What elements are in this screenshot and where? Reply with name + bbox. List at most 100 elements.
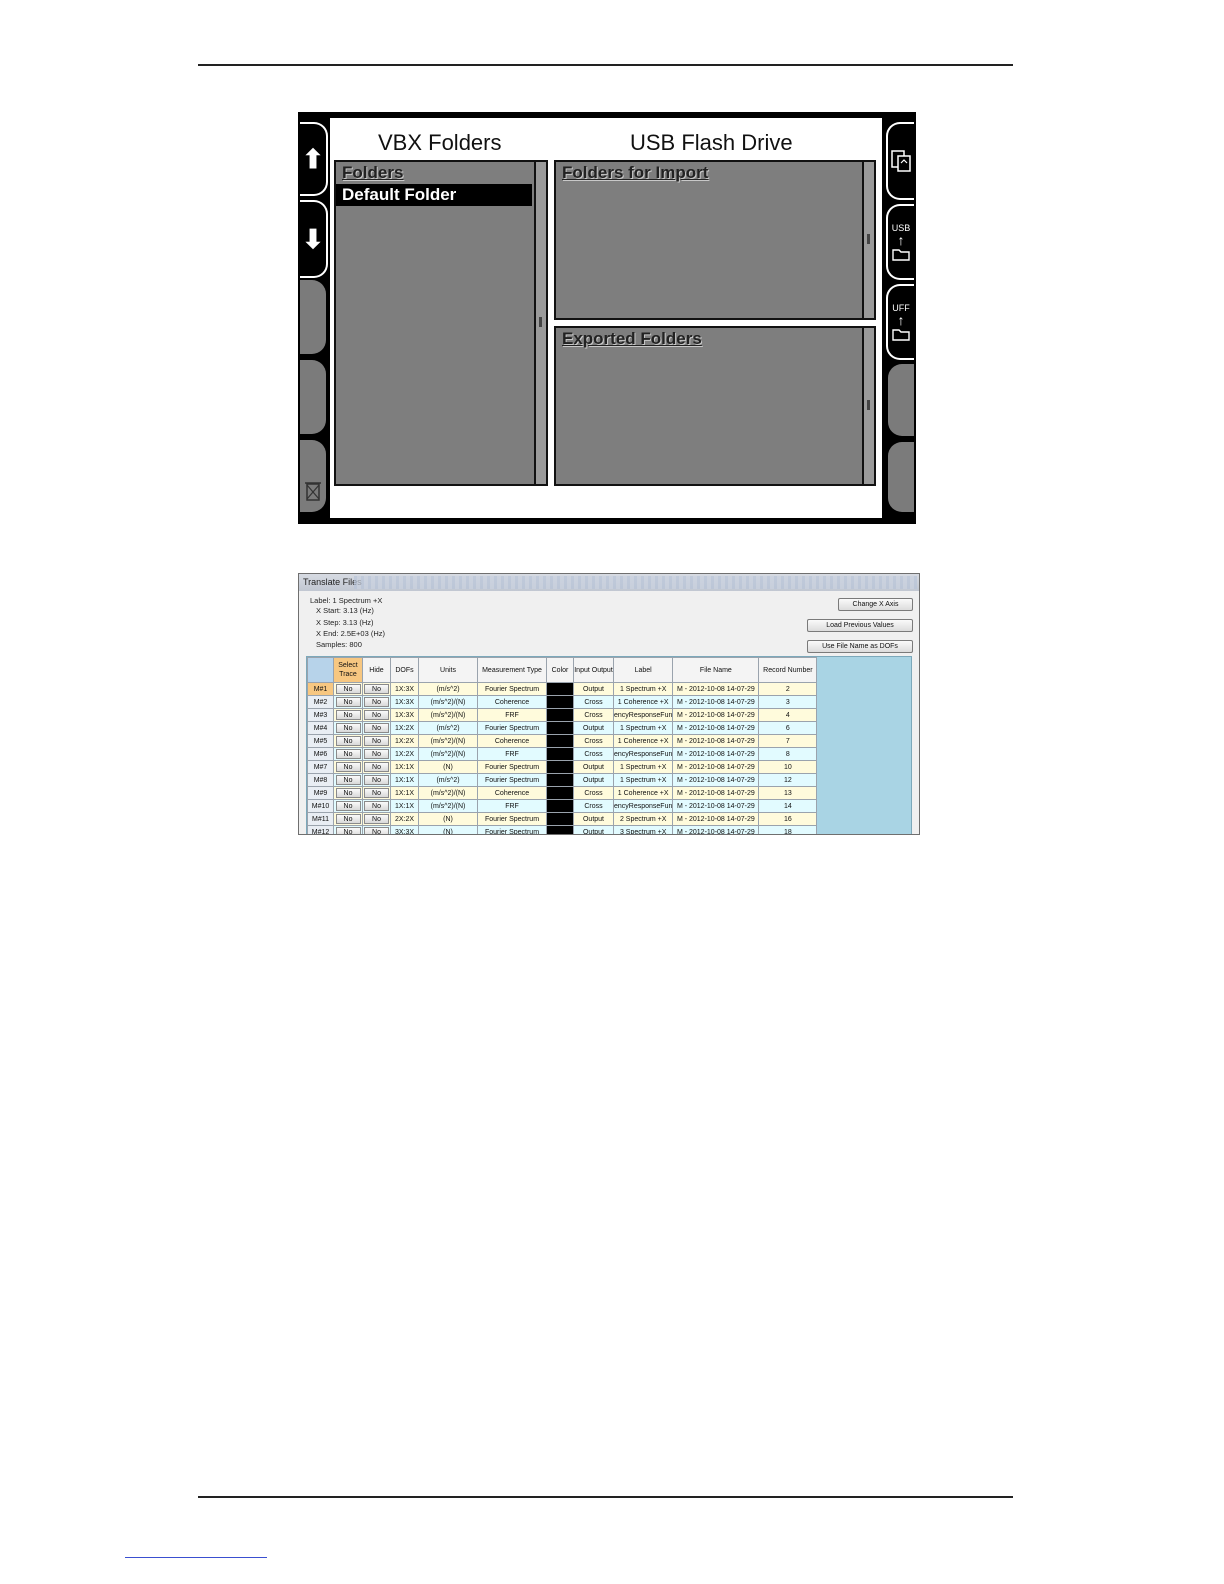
cell-dofs[interactable]: 1X:3X: [390, 708, 419, 722]
folder-item-default[interactable]: Default Folder: [336, 184, 532, 206]
softkey-left-3[interactable]: [300, 280, 326, 354]
select-trace-button[interactable]: No: [335, 774, 361, 785]
row-id[interactable]: M#7: [307, 760, 334, 774]
import-folders-list[interactable]: Folders for Import: [554, 160, 876, 320]
cell-measurement-type[interactable]: Coherence: [477, 786, 547, 800]
softkey-up[interactable]: ⬆: [300, 122, 328, 196]
cell-units[interactable]: (m/s^2)/(N): [418, 734, 478, 748]
cell-label[interactable]: encyResponseFun: [612, 708, 674, 722]
softkey-copy[interactable]: [886, 122, 914, 200]
cell-file-name[interactable]: M - 2012-10-08 14-07-29: [672, 721, 760, 735]
hide-button[interactable]: No: [364, 696, 389, 707]
cell-file-name[interactable]: M - 2012-10-08 14-07-29: [672, 734, 760, 748]
cell-units[interactable]: (N): [418, 812, 478, 826]
select-trace-button[interactable]: No: [335, 748, 361, 759]
cell-input-output[interactable]: Output: [573, 773, 614, 787]
table-row[interactable]: M#11 No No 2X:2X (N) Fourier Spectrum Output 2 …: [307, 812, 818, 826]
row-id[interactable]: M#11: [307, 812, 334, 826]
cell-color[interactable]: [546, 773, 574, 787]
cell-color[interactable]: [546, 825, 574, 834]
row-id[interactable]: M#1: [307, 682, 334, 696]
cell-color[interactable]: [546, 708, 574, 722]
cell-record-number[interactable]: 2: [758, 682, 818, 696]
cell-color[interactable]: [546, 734, 574, 748]
column-header-color[interactable]: Color: [546, 657, 574, 683]
load-previous-values-button[interactable]: Load Previous Values: [807, 619, 913, 632]
column-header-measurement-type[interactable]: Measurement Type: [477, 657, 547, 683]
cell-measurement-type[interactable]: Fourier Spectrum: [477, 773, 547, 787]
cell-record-number[interactable]: 14: [758, 799, 818, 813]
hide-button[interactable]: No: [364, 735, 389, 746]
table-row[interactable]: M#10 No No 1X:1X (m/s^2)/(N) FRF Cross encyResp…: [307, 799, 818, 813]
cell-file-name[interactable]: M - 2012-10-08 14-07-29: [672, 799, 760, 813]
column-header-hide[interactable]: Hide: [362, 657, 391, 683]
cell-file-name[interactable]: M - 2012-10-08 14-07-29: [672, 682, 760, 696]
table-row[interactable]: M#9 No No 1X:1X (m/s^2)/(N) Coherence Cross 1 C…: [307, 786, 818, 800]
cell-record-number[interactable]: 13: [758, 786, 818, 800]
cell-measurement-type[interactable]: Coherence: [477, 695, 547, 709]
change-x-axis-button[interactable]: Change X Axis: [838, 598, 913, 611]
cell-file-name[interactable]: M - 2012-10-08 14-07-29: [672, 812, 760, 826]
cell-input-output[interactable]: Cross: [573, 747, 614, 761]
cell-color[interactable]: [546, 786, 574, 800]
use-file-name-button[interactable]: Use File Name as DOFs: [807, 640, 913, 653]
cell-label[interactable]: encyResponseFun: [612, 799, 674, 813]
cell-units[interactable]: (m/s^2)/(N): [418, 786, 478, 800]
cell-file-name[interactable]: M - 2012-10-08 14-07-29: [672, 708, 760, 722]
hide-button[interactable]: No: [364, 813, 389, 824]
folders-scrollbar[interactable]: [534, 162, 546, 484]
select-trace-button[interactable]: No: [335, 709, 361, 720]
row-id[interactable]: M#8: [307, 773, 334, 787]
select-trace-button[interactable]: No: [335, 800, 361, 811]
cell-label[interactable]: 2 Spectrum +X: [612, 812, 674, 826]
hide-button[interactable]: No: [364, 761, 389, 772]
cell-record-number[interactable]: 6: [758, 721, 818, 735]
cell-measurement-type[interactable]: Fourier Spectrum: [477, 812, 547, 826]
row-id[interactable]: M#12: [307, 825, 334, 834]
exported-folders-list[interactable]: Exported Folders: [554, 326, 876, 486]
softkey-right-5[interactable]: [888, 442, 914, 512]
select-trace-button[interactable]: No: [335, 722, 361, 733]
row-id[interactable]: M#5: [307, 734, 334, 748]
row-id[interactable]: M#6: [307, 747, 334, 761]
cell-measurement-type[interactable]: FRF: [477, 747, 547, 761]
cell-color[interactable]: [546, 682, 574, 696]
cell-record-number[interactable]: 7: [758, 734, 818, 748]
cell-label[interactable]: 1 Coherence +X: [612, 695, 674, 709]
table-row[interactable]: M#3 No No 1X:3X (m/s^2)/(N) FRF Cross encyRespo…: [307, 708, 818, 722]
table-row[interactable]: M#2 No No 1X:3X (m/s^2)/(N) Coherence Cross 1 C…: [307, 695, 818, 709]
cell-units[interactable]: (m/s^2)/(N): [418, 708, 478, 722]
cell-record-number[interactable]: 10: [758, 760, 818, 774]
cell-input-output[interactable]: Output: [573, 812, 614, 826]
cell-dofs[interactable]: 1X:2X: [390, 734, 419, 748]
select-trace-button[interactable]: No: [335, 735, 361, 746]
hide-button[interactable]: No: [364, 683, 389, 694]
cell-label[interactable]: 1 Spectrum +X: [612, 682, 674, 696]
select-trace-button[interactable]: No: [335, 787, 361, 798]
cell-dofs[interactable]: 1X:1X: [390, 786, 419, 800]
table-row[interactable]: M#1 No No 1X:3X (m/s^2) Fourier Spectrum Outpu…: [307, 682, 818, 696]
softkey-uff-import[interactable]: UFF ↑: [886, 284, 914, 360]
softkey-usb-import[interactable]: USB ↑: [886, 204, 914, 280]
cell-label[interactable]: 1 Spectrum +X: [612, 760, 674, 774]
cell-input-output[interactable]: Cross: [573, 695, 614, 709]
cell-color[interactable]: [546, 799, 574, 813]
column-header-select-trace[interactable]: Select Trace: [333, 657, 363, 683]
cell-dofs[interactable]: 1X:3X: [390, 695, 419, 709]
cell-file-name[interactable]: M - 2012-10-08 14-07-29: [672, 786, 760, 800]
hide-button[interactable]: No: [364, 722, 389, 733]
cell-file-name[interactable]: M - 2012-10-08 14-07-29: [672, 760, 760, 774]
cell-label[interactable]: 1 Spectrum +X: [612, 721, 674, 735]
cell-label[interactable]: 1 Coherence +X: [612, 786, 674, 800]
cell-file-name[interactable]: M - 2012-10-08 14-07-29: [672, 773, 760, 787]
column-header-corner[interactable]: [307, 657, 334, 683]
hide-button[interactable]: No: [364, 774, 389, 785]
softkey-down[interactable]: ⬇: [300, 200, 328, 278]
row-id[interactable]: M#9: [307, 786, 334, 800]
hide-button[interactable]: No: [364, 709, 389, 720]
cell-dofs[interactable]: 1X:1X: [390, 799, 419, 813]
table-row[interactable]: M#4 No No 1X:2X (m/s^2) Fourier Spectrum Outpu…: [307, 721, 818, 735]
cell-dofs[interactable]: 2X:2X: [390, 812, 419, 826]
cell-measurement-type[interactable]: FRF: [477, 799, 547, 813]
softkey-right-4[interactable]: [888, 364, 914, 436]
